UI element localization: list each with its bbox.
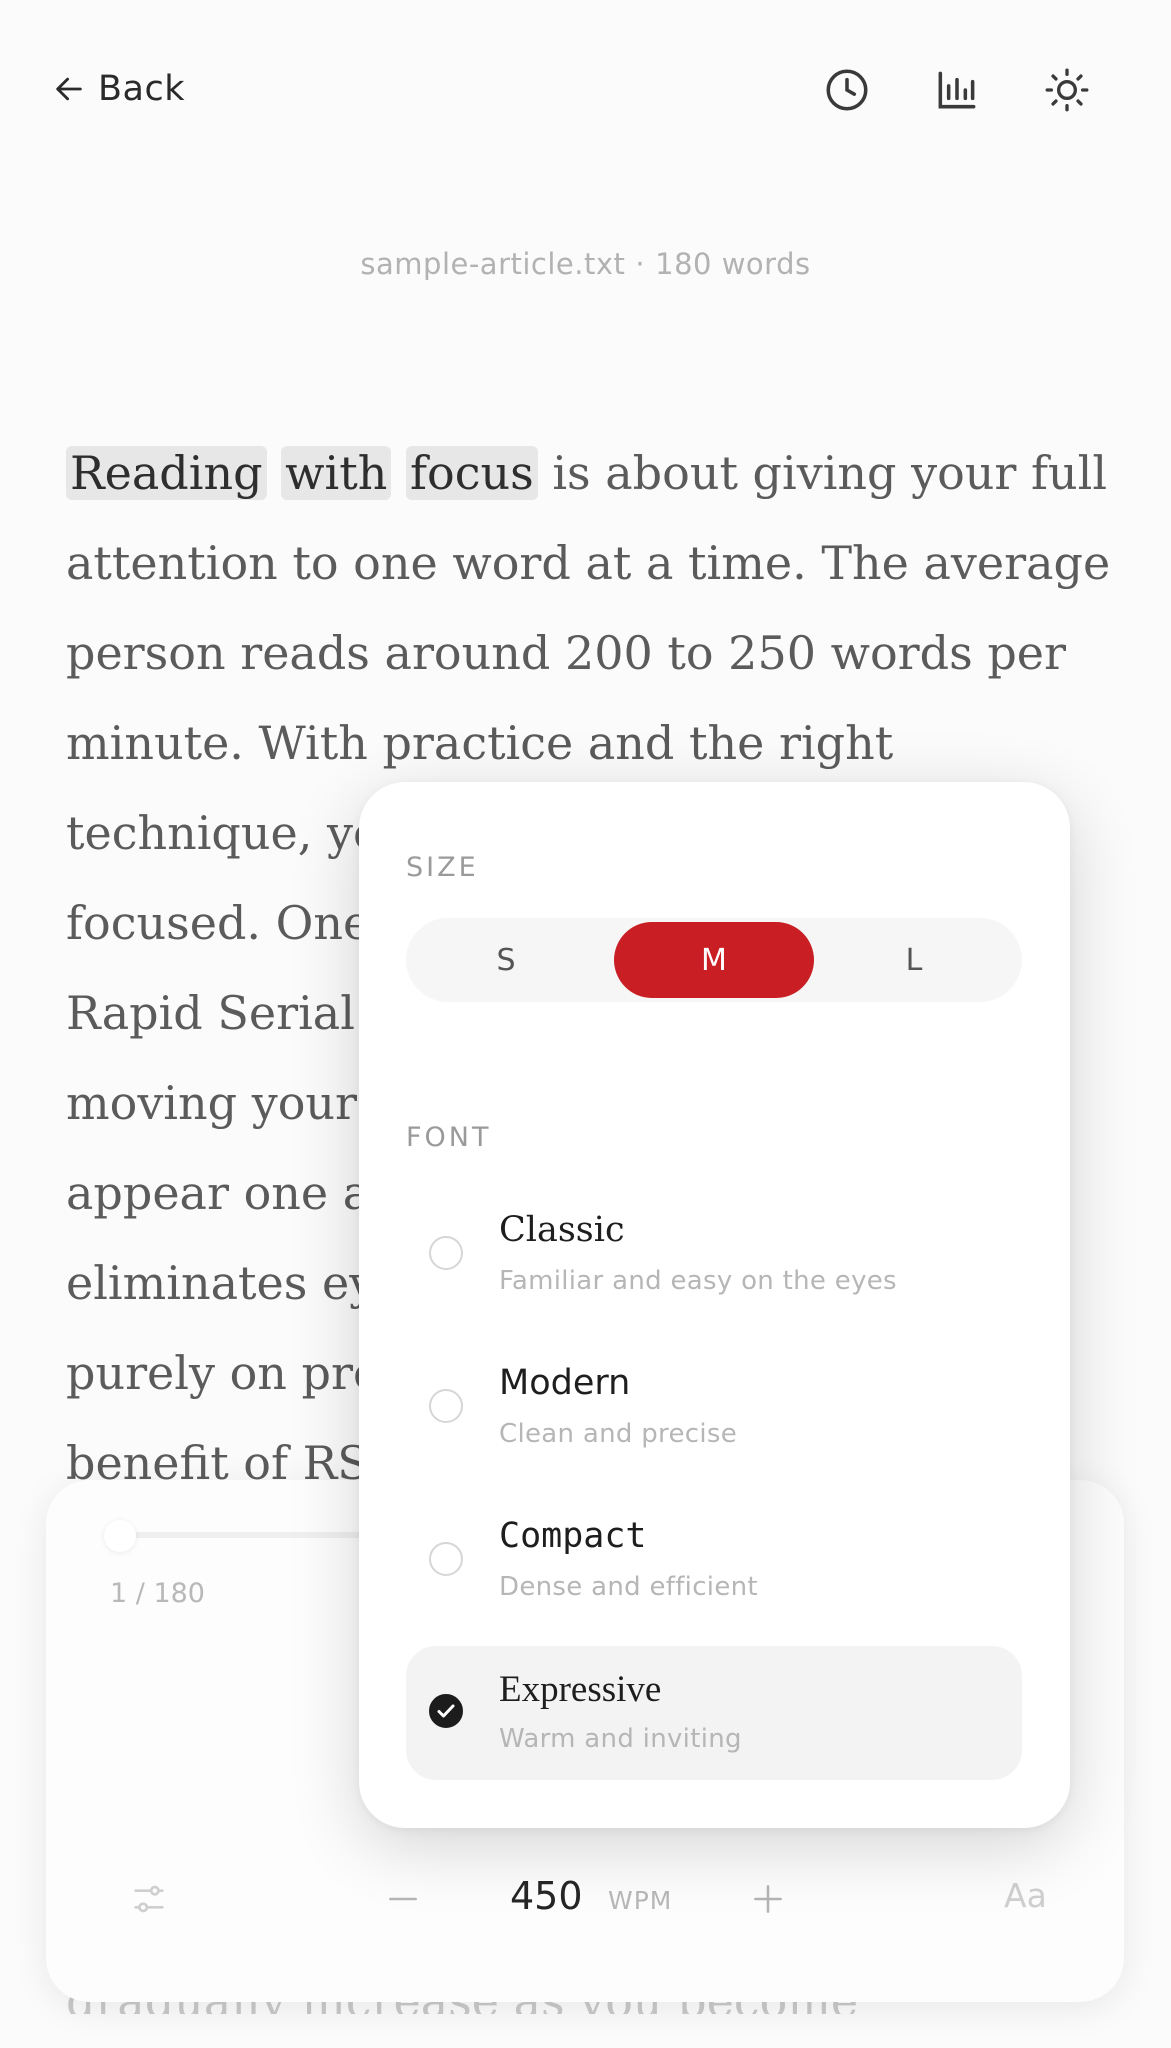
- wpm-value: 450: [510, 1874, 583, 1918]
- font-option-expressive[interactable]: Expressive Warm and inviting: [406, 1646, 1022, 1780]
- word-count: 180 words: [655, 247, 811, 281]
- plus-icon: [754, 1885, 782, 1913]
- radio-button[interactable]: [429, 1542, 463, 1576]
- size-option-m[interactable]: M: [614, 922, 814, 998]
- top-bar: Back: [0, 0, 1171, 180]
- progress-handle[interactable]: [104, 1520, 136, 1552]
- arrow-left-icon: [56, 77, 82, 101]
- decrease-speed-button[interactable]: [378, 1874, 428, 1924]
- back-label: Back: [98, 69, 185, 109]
- article-text-run: is about giving your full: [552, 446, 1108, 500]
- stats-button[interactable]: [932, 65, 982, 115]
- font-option-description: Clean and precise: [499, 1419, 738, 1449]
- file-name: sample-article.txt: [360, 247, 626, 281]
- article-line: minute. With practice and the right: [66, 716, 894, 770]
- font-option-name: Compact: [499, 1516, 647, 1556]
- size-selector: S M L: [406, 918, 1022, 1002]
- radio-button[interactable]: [429, 1236, 463, 1270]
- font-option-name: Modern: [499, 1363, 631, 1403]
- word-position: 1 / 180: [110, 1578, 205, 1609]
- checkmark-icon: [437, 1704, 455, 1718]
- size-option-s[interactable]: S: [406, 922, 606, 998]
- font-option-description: Familiar and easy on the eyes: [499, 1266, 897, 1296]
- article-line: person reads around 200 to 250 words per: [66, 626, 1066, 680]
- font-settings-button[interactable]: Aa: [1004, 1876, 1047, 1915]
- history-icon: [826, 69, 868, 111]
- wpm-unit: WPM: [608, 1886, 673, 1915]
- separator: ·: [635, 247, 646, 281]
- font-option-name: Classic: [499, 1210, 625, 1250]
- highlighted-word[interactable]: Reading: [66, 446, 267, 500]
- size-section-label: SIZE: [406, 852, 479, 883]
- font-option-description: Warm and inviting: [499, 1724, 742, 1754]
- size-option-l[interactable]: L: [814, 922, 1014, 998]
- stats-icon: [938, 71, 976, 109]
- radio-button-checked[interactable]: [429, 1694, 463, 1728]
- minus-icon: [389, 1897, 417, 1901]
- sun-icon: [1045, 68, 1089, 112]
- history-button[interactable]: [822, 65, 872, 115]
- highlighted-word[interactable]: with: [281, 446, 392, 500]
- increase-speed-button[interactable]: [743, 1874, 793, 1924]
- font-option-description: Dense and efficient: [499, 1572, 758, 1602]
- article-line: attention to one word at a time. The ave…: [66, 536, 1111, 590]
- back-button[interactable]: Back: [52, 66, 185, 112]
- highlighted-word[interactable]: focus: [405, 446, 538, 500]
- radio-button[interactable]: [429, 1389, 463, 1423]
- article-line: Reading with focus is about giving your …: [66, 428, 1116, 518]
- display-settings-popover: SIZE S M L FONT Classic Familiar and eas…: [359, 782, 1070, 1828]
- font-option-classic[interactable]: Classic Familiar and easy on the eyes: [406, 1188, 1022, 1322]
- file-info: sample-article.txt · 180 words: [0, 247, 1171, 281]
- sliders-icon: [134, 1885, 164, 1913]
- font-option-name: Expressive: [499, 1669, 662, 1710]
- font-section-label: FONT: [406, 1122, 492, 1153]
- theme-button[interactable]: [1042, 65, 1092, 115]
- font-option-modern[interactable]: Modern Clean and precise: [406, 1341, 1022, 1475]
- settings-toggle-button[interactable]: [124, 1874, 174, 1924]
- font-option-compact[interactable]: Compact Dense and efficient: [406, 1494, 1022, 1628]
